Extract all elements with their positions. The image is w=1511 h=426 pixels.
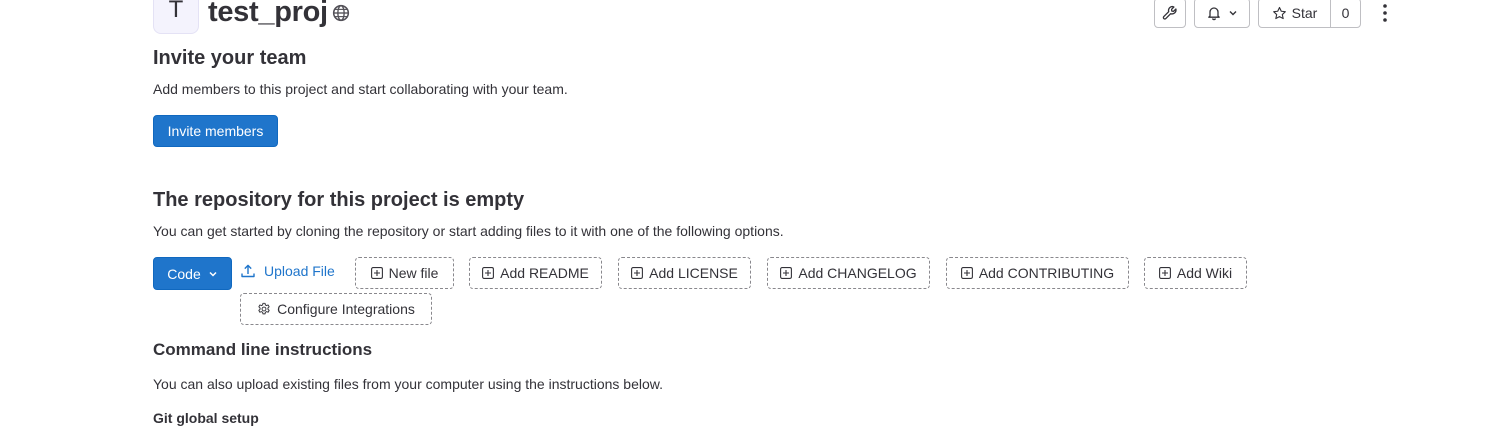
project-avatar-letter: T [168, 0, 184, 23]
code-button-label: Code [167, 265, 201, 282]
plus-square-icon [631, 267, 644, 279]
upload-file-label: Upload File [264, 263, 335, 279]
new-file-button[interactable]: New file [355, 257, 454, 289]
invite-team-title: Invite your team [153, 47, 307, 69]
add-changelog-button[interactable]: Add CHANGELOG [767, 257, 930, 289]
new-file-label: New file [388, 265, 439, 281]
add-wiki-label: Add Wiki [1176, 265, 1233, 281]
git-global-setup-heading: Git global setup [153, 410, 259, 426]
add-readme-button[interactable]: Add README [469, 257, 602, 289]
upload-file-link[interactable]: Upload File [240, 260, 335, 282]
star-label: Star [1291, 5, 1318, 21]
configure-integrations-button[interactable]: Configure Integrations [240, 293, 432, 325]
project-avatar: T [153, 0, 199, 34]
plus-square-icon [482, 267, 495, 279]
add-contributing-label: Add CONTRIBUTING [978, 265, 1115, 281]
empty-repo-title: The repository for this project is empty [153, 189, 525, 211]
bell-icon [1208, 7, 1220, 21]
plus-square-icon [780, 267, 793, 279]
plus-square-icon [1158, 267, 1171, 279]
star-icon [1272, 6, 1286, 19]
plus-square-icon [370, 267, 383, 279]
chevron-down-icon [209, 271, 217, 277]
cli-description: You can also upload existing files from … [153, 376, 663, 392]
configure-integrations-label: Configure Integrations [277, 301, 415, 317]
wrench-icon [1162, 5, 1177, 20]
plus-square-icon [960, 267, 973, 279]
add-readme-label: Add README [500, 265, 589, 281]
invite-members-label: Invite members [167, 123, 264, 139]
star-button-group: Star 0 [1258, 0, 1361, 28]
kebab-menu-icon[interactable] [1375, 2, 1395, 24]
chevron-down-icon [1229, 11, 1237, 16]
add-changelog-label: Add CHANGELOG [798, 265, 917, 281]
star-count[interactable]: 0 [1331, 0, 1360, 27]
empty-repo-description: You can get started by cloning the repos… [153, 223, 784, 239]
code-dropdown-button[interactable]: Code [153, 257, 232, 290]
upload-icon [241, 264, 255, 278]
gear-icon [258, 302, 270, 315]
invite-members-button[interactable]: Invite members [153, 115, 278, 147]
project-title[interactable]: test_proj [208, 0, 328, 29]
invite-team-description: Add members to this project and start co… [153, 81, 568, 97]
globe-icon [332, 4, 350, 22]
add-contributing-button[interactable]: Add CONTRIBUTING [946, 257, 1129, 289]
add-wiki-button[interactable]: Add Wiki [1144, 257, 1247, 289]
star-button[interactable]: Star [1259, 0, 1331, 27]
notifications-button[interactable] [1194, 0, 1250, 28]
add-license-button[interactable]: Add LICENSE [618, 257, 751, 289]
cli-title: Command line instructions [153, 340, 373, 359]
add-license-label: Add LICENSE [649, 265, 738, 281]
admin-wrench-button[interactable] [1154, 0, 1186, 28]
